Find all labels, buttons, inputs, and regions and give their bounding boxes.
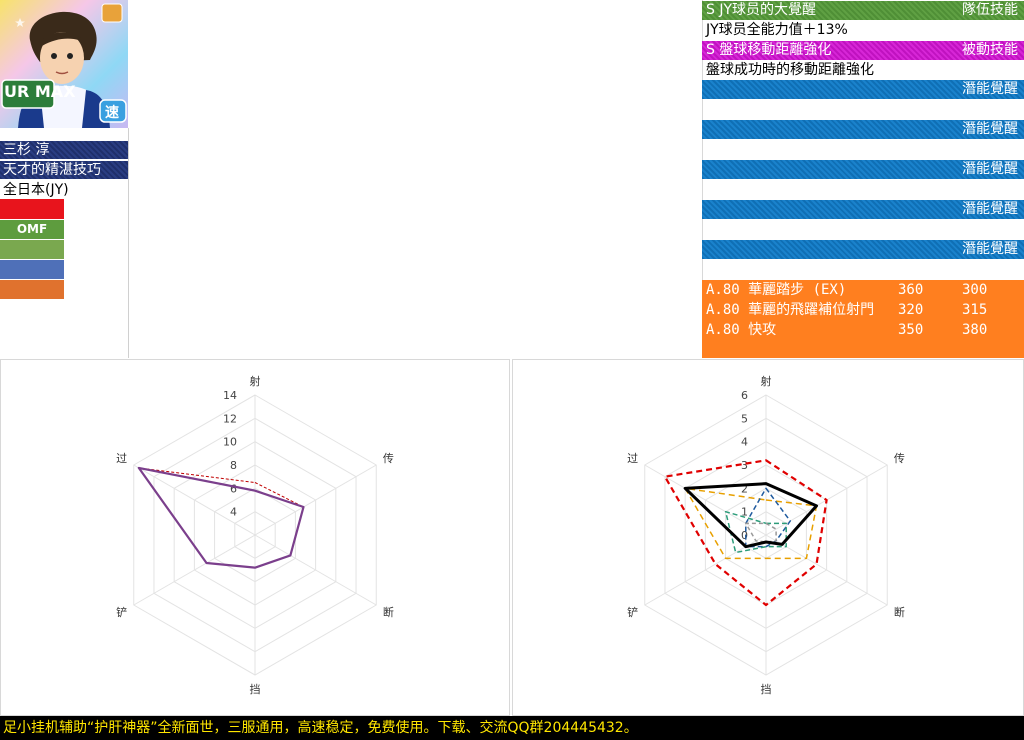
awakening-row: 潛能覺醒 [702, 240, 1024, 259]
radar-axis-label: 传 [894, 452, 905, 465]
radar-axis-label: 挡 [250, 682, 261, 696]
player-info-panel: 三杉 淳 天才的精湛技巧 全日本(JY) OMF [0, 128, 129, 358]
awakening-label: 潛能覺醒 [962, 81, 1018, 97]
radar-tick-label: 5 [741, 412, 748, 425]
player-card-image: UR MAX 速 [0, 0, 128, 128]
action-value-1: 350 [898, 322, 924, 338]
action-row: A.80 華麗的飛躍補位射門 320 315 [702, 300, 1024, 320]
radar-axis-label: 断 [383, 605, 394, 619]
radar-tick-label: 14 [223, 389, 237, 402]
player-title: 天才的精湛技巧 [0, 161, 128, 179]
radar-axis-label: 射 [761, 374, 772, 388]
awakening-row: 潛能覺醒 [702, 200, 1024, 219]
action-name: A.80 快攻 [706, 322, 777, 338]
radar-chart-right: 0123456射传断挡铲过 [627, 374, 905, 696]
blank-canvas-area [128, 0, 703, 358]
awakening-label: 潛能覺醒 [962, 201, 1018, 217]
radar-tick-label: 0 [741, 529, 748, 542]
skill-name: S JY球员的大覺醒 [706, 2, 817, 18]
action-row: A.80 華麗踏步 (EX) 360 300 [702, 280, 1024, 300]
skill-row-team: S JY球员的大覺醒 隊伍技能 [702, 1, 1024, 20]
radar-axis-label: 铲 [627, 605, 638, 619]
skill-description: 盤球成功時的移動距離強化 [706, 62, 874, 78]
radar-series-line [138, 467, 304, 569]
radar-axis-label: 挡 [761, 682, 772, 696]
awakening-row: 潛能覺醒 [702, 120, 1024, 139]
player-team: 全日本(JY) [3, 182, 69, 198]
radar-axis-label: 射 [250, 374, 261, 388]
attribute-swatch-orange [0, 280, 64, 299]
action-value-2: 300 [962, 282, 988, 298]
radar-axis-label: 铲 [116, 605, 127, 619]
card-type-badge: 速 [105, 105, 119, 121]
action-row: A.80 快攻 350 380 [702, 320, 1024, 340]
radar-axis-label: 过 [627, 452, 638, 465]
skill-desc-row: 盤球成功時的移動距離強化 [702, 61, 1024, 80]
attribute-swatch-green [0, 240, 64, 259]
radar-chart-left: 4 6 8 10 12 14 射传断挡 铲 过 [116, 374, 394, 696]
skill-row-passive: S 盤球移動距離強化 被動技能 [702, 41, 1024, 60]
radar-series-line [137, 466, 305, 569]
attribute-swatch-red [0, 199, 64, 219]
attribute-swatch-blue [0, 260, 64, 279]
radar-axis-label: 传 [383, 452, 394, 465]
skill-table: S JY球员的大覺醒 隊伍技能 JY球员全能力值＋13% S 盤球移動距離強化 … [702, 0, 1024, 358]
action-name: A.80 華麗的飛躍補位射門 [706, 302, 875, 318]
radar-series-line [684, 487, 818, 560]
action-value-1: 320 [898, 302, 924, 318]
awakening-label: 潛能覺醒 [962, 161, 1018, 177]
action-name: A.80 華麗踏步 (EX) [706, 282, 847, 298]
action-row-empty [702, 340, 1024, 358]
skill-category: 被動技能 [962, 42, 1018, 58]
position-badge: OMF [0, 220, 64, 239]
radar-tick-label: 6 [230, 482, 237, 495]
action-value-2: 380 [962, 322, 988, 338]
radar-chart-right-panel: 0123456射传断挡铲过 [512, 359, 1024, 716]
radar-axis-label: 断 [894, 605, 905, 619]
skill-name: S 盤球移動距離強化 [706, 42, 832, 58]
radar-tick-label: 4 [741, 436, 748, 449]
radar-axis-label: 过 [116, 452, 127, 465]
action-value-1: 360 [898, 282, 924, 298]
awakening-label: 潛能覺醒 [962, 121, 1018, 137]
radar-tick-label: 12 [223, 412, 237, 425]
skill-desc-row: JY球员全能力值＋13% [702, 21, 1024, 40]
skill-category: 隊伍技能 [962, 2, 1018, 18]
awakening-label: 潛能覺醒 [962, 241, 1018, 257]
radar-tick-label: 6 [741, 389, 748, 402]
awakening-row: 潛能覺醒 [702, 80, 1024, 99]
skill-description: JY球员全能力值＋13% [706, 22, 848, 38]
awakening-row: 潛能覺醒 [702, 160, 1024, 179]
player-name: 三杉 淳 [0, 141, 128, 159]
radar-series-line [745, 487, 791, 548]
radar-tick-label: 8 [230, 459, 237, 472]
card-rarity-badge: UR MAX [4, 82, 76, 101]
radar-tick-label: 4 [230, 506, 237, 519]
radar-chart-left-panel: 4 6 8 10 12 14 射传断挡 铲 过 [0, 359, 510, 716]
radar-tick-label: 3 [741, 459, 748, 472]
footer-banner[interactable]: 足小挂机辅助“护肝神器”全新面世，三服通用，高速稳定，免费使用。下载、交流QQ群… [0, 716, 1024, 740]
action-value-2: 315 [962, 302, 988, 318]
radar-tick-label: 10 [223, 436, 237, 449]
